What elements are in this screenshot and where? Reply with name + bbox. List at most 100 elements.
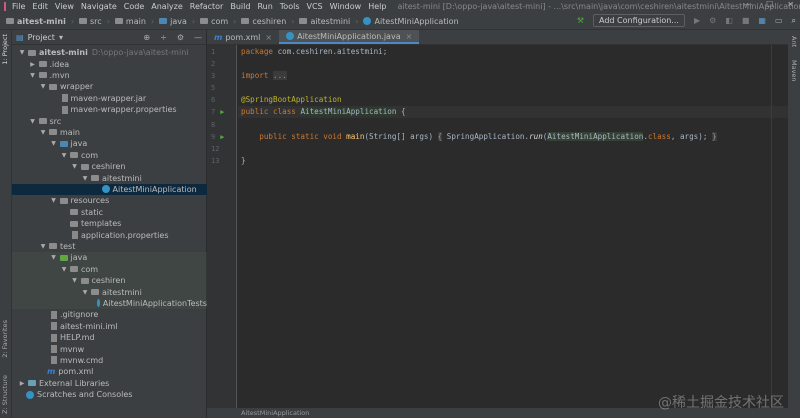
build-hammer-icon[interactable]: ⚒ — [577, 16, 584, 25]
tree-item[interactable]: ▼ test — [12, 241, 207, 252]
project-structure-icon[interactable]: ▦ — [758, 16, 766, 25]
tree-item[interactable]: ▶ External Libraries — [12, 378, 207, 389]
tree-item[interactable]: ▼ aitestmini — [12, 172, 207, 183]
maximize-icon[interactable]: ☐ — [766, 0, 773, 9]
menu-edit[interactable]: Edit — [32, 2, 48, 11]
coverage-icon[interactable]: ◧ — [725, 16, 733, 25]
structure-tool-tab[interactable]: Z: Structure — [1, 375, 9, 414]
tree-item[interactable]: ▼ src — [12, 115, 207, 126]
add-configuration-button[interactable]: Add Configuration... — [593, 14, 685, 27]
menu-help[interactable]: Help — [368, 2, 386, 11]
collapse-arrow-icon[interactable]: ▶ — [18, 380, 26, 387]
maven-tool-tab[interactable]: Maven — [790, 60, 798, 82]
menu-build[interactable]: Build — [230, 2, 250, 11]
tree-item[interactable]: application.properties — [12, 229, 207, 240]
hide-icon[interactable]: — — [194, 33, 202, 42]
close-tab-icon[interactable]: × — [265, 33, 272, 42]
run-gutter-icon[interactable]: ▶ — [220, 108, 224, 116]
breadcrumb-item[interactable]: com › — [200, 17, 236, 26]
favorites-tool-tab[interactable]: 2: Favorites — [1, 320, 9, 358]
tree-item[interactable]: ▶ .idea — [12, 58, 207, 69]
tree-item[interactable]: ▼ ceshiren — [12, 275, 207, 287]
menu-view[interactable]: View — [55, 2, 74, 11]
tree-item[interactable]: ▼ main — [12, 127, 207, 138]
menu-vcs[interactable]: VCS — [307, 2, 323, 11]
expand-arrow-icon[interactable]: ▼ — [71, 163, 79, 170]
menu-window[interactable]: Window — [330, 2, 362, 11]
run-icon[interactable]: ▶ — [694, 16, 700, 25]
expand-arrow-icon[interactable]: ▼ — [50, 197, 58, 204]
tree-item[interactable]: AitestMiniApplicationTests — [12, 297, 207, 310]
expand-arrow-icon[interactable]: ▼ — [60, 152, 68, 159]
collapse-all-icon[interactable]: ÷ — [160, 33, 167, 42]
expand-arrow-icon[interactable]: ▼ — [50, 254, 58, 261]
tree-item[interactable]: mvnw.cmd — [12, 355, 207, 366]
tree-item[interactable]: ▼ .mvn — [12, 70, 207, 81]
tree-item[interactable]: m pom.xml — [12, 366, 207, 377]
code-editor[interactable]: 1 2 3 5 6 7 ▶ 8 9 ▶ 12 13 package com.ceshiren.aite… — [207, 45, 788, 408]
stop-icon[interactable]: ■ — [742, 16, 750, 25]
tree-item[interactable]: maven-wrapper.jar — [12, 93, 207, 104]
expand-arrow-icon[interactable]: ▼ — [39, 129, 47, 136]
expand-arrow-icon[interactable]: ▼ — [81, 175, 89, 182]
expand-arrow-icon[interactable]: ▼ — [60, 266, 68, 273]
breadcrumb-item[interactable]: aitest-mini › — [6, 17, 74, 26]
project-tool-tab[interactable]: 1: Project — [1, 34, 9, 65]
breadcrumb-item[interactable]: ceshiren › — [241, 17, 294, 26]
folder-icon — [91, 175, 99, 182]
tree-item[interactable]: Scratches and Consoles — [12, 389, 207, 400]
close-icon[interactable]: ✕ — [787, 0, 794, 9]
expand-arrow-icon[interactable]: ▼ — [71, 277, 79, 284]
breadcrumb-item[interactable]: aitestmini › — [299, 17, 358, 26]
tree-item[interactable]: ▼ aitestmini — [12, 286, 207, 298]
tree-item[interactable]: mvnw — [12, 343, 207, 354]
tree-item[interactable]: aitest-mini.iml — [12, 321, 207, 332]
breadcrumb-item[interactable]: main › — [114, 17, 154, 26]
project-view-dropdown[interactable]: Project — [28, 33, 55, 42]
tree-item[interactable]: HELP.md — [12, 332, 207, 343]
ant-tool-tab[interactable]: Ant — [790, 36, 798, 47]
menu-analyze[interactable]: Analyze — [151, 2, 183, 11]
tree-item[interactable]: static — [12, 207, 207, 218]
tab-pom-xml[interactable]: m pom.xml × — [207, 30, 279, 44]
tree-item[interactable]: ▼ com — [12, 263, 207, 275]
menu-file[interactable]: File — [12, 2, 25, 11]
menu-code[interactable]: Code — [124, 2, 144, 11]
run-gutter-icon[interactable]: ▶ — [220, 133, 224, 141]
tree-item[interactable]: .gitignore — [12, 309, 207, 320]
expand-arrow-icon[interactable]: ▼ — [39, 83, 47, 90]
folded-imports[interactable]: ... — [273, 71, 287, 80]
search-icon[interactable]: ⌕ — [792, 16, 796, 26]
menu-run[interactable]: Run — [257, 2, 272, 11]
tree-item[interactable]: ▼ aitest-mini D:\oppo-java\aitest-mini — [12, 47, 207, 58]
tree-item[interactable]: templates — [12, 218, 207, 229]
breadcrumb-item[interactable]: AitestMiniApplication — [363, 17, 459, 26]
expand-arrow-icon[interactable]: ▼ — [50, 140, 58, 147]
expand-arrow-icon[interactable]: ▼ — [81, 289, 89, 296]
tree-item[interactable]: ▼ ceshiren — [12, 161, 207, 172]
tree-item[interactable]: maven-wrapper.properties — [12, 104, 207, 115]
tree-item[interactable]: ▼ java — [12, 252, 207, 264]
minimize-icon[interactable]: — — [744, 0, 752, 9]
expand-arrow-icon[interactable]: ▼ — [18, 49, 26, 56]
tree-item[interactable]: ▼ com — [12, 150, 207, 161]
debug-icon[interactable]: ⚙ — [709, 16, 716, 25]
tree-item[interactable]: ▼ resources — [12, 195, 207, 206]
gear-icon[interactable]: ⚙ — [177, 33, 184, 42]
menu-tools[interactable]: Tools — [280, 2, 300, 11]
tree-item[interactable]: ▼ wrapper — [12, 81, 207, 92]
tree-item[interactable]: ▼ java — [12, 138, 207, 149]
expand-arrow-icon[interactable]: ▼ — [29, 118, 37, 125]
menu-navigate[interactable]: Navigate — [81, 2, 117, 11]
terminal-icon[interactable]: ▭ — [775, 16, 783, 25]
menu-refactor[interactable]: Refactor — [190, 2, 224, 11]
breadcrumb-item[interactable]: java › — [159, 17, 195, 26]
locate-icon[interactable]: ⊕ — [143, 33, 150, 42]
breadcrumb-item[interactable]: src › — [79, 17, 110, 26]
close-tab-icon[interactable]: × — [406, 32, 413, 41]
tree-item[interactable]: AitestMiniApplication — [12, 183, 207, 196]
expand-arrow-icon[interactable]: ▼ — [29, 72, 37, 79]
collapse-arrow-icon[interactable]: ▶ — [29, 61, 37, 68]
expand-arrow-icon[interactable]: ▼ — [39, 243, 47, 250]
tab-aitestminiapplication-java[interactable]: AitestMiniApplication.java × — [279, 30, 420, 44]
